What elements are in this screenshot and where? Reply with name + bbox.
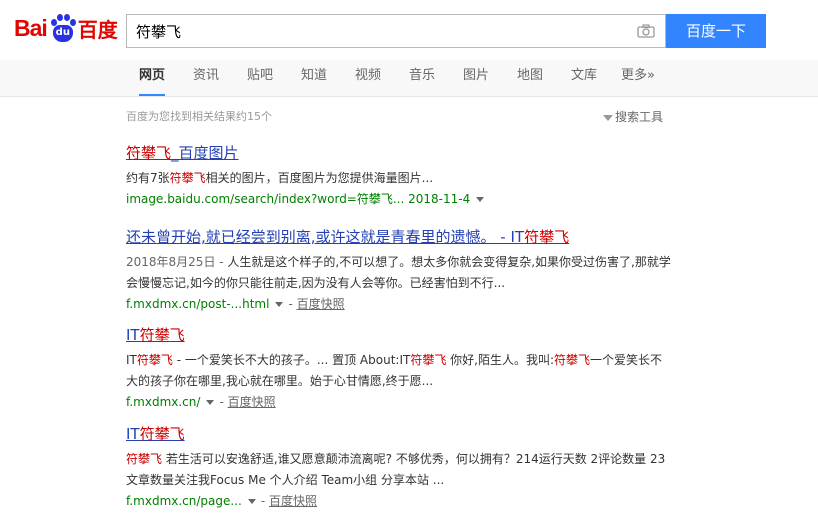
tab-video[interactable]: 视频: [355, 60, 381, 96]
logo-text-right: 百度: [77, 17, 118, 42]
separator: -: [288, 297, 297, 311]
highlighted-keyword[interactable]: 符攀飞: [140, 425, 185, 443]
search-result: 符攀飞_百度图片 约有7张符攀飞相关的图片，百度图片为您提供海量图片... im…: [126, 142, 671, 209]
result-abstract: 2018年8月25日 - 人生就是这个样子的,不可以想了。想太多你就会变得复杂,…: [126, 252, 671, 294]
tab-map[interactable]: 地图: [517, 60, 543, 96]
paw-icon: du: [48, 13, 76, 43]
result-url[interactable]: f.mxdmx.cn/post-...html - 百度快照: [126, 294, 671, 314]
result-url[interactable]: f.mxdmx.cn/page... - 百度快照: [126, 491, 671, 511]
separator: -: [260, 494, 269, 508]
text-run[interactable]: 还未曾开始,就已经尝到别离,或许这就是青春里的遗憾。 - IT: [126, 228, 524, 246]
tab-tieba[interactable]: 贴吧: [247, 60, 273, 96]
result-url-text[interactable]: f.mxdmx.cn/: [126, 395, 200, 409]
result-date: 2018年8月25日 -: [126, 255, 228, 269]
result-url-text[interactable]: f.mxdmx.cn/page...: [126, 494, 242, 508]
highlighted-keyword: 符攀飞: [169, 171, 206, 185]
highlighted-keyword: 符攀飞: [136, 353, 173, 367]
snapshot-link[interactable]: 百度快照: [269, 494, 317, 508]
result-title-link[interactable]: IT符攀飞: [126, 423, 671, 444]
text-run: 相关的图片，百度图片为您提供海量图片...: [205, 171, 434, 185]
text-run[interactable]: IT: [126, 425, 140, 443]
separator: -: [219, 395, 228, 409]
result-url[interactable]: image.baidu.com/search/index?word=符攀飞...…: [126, 189, 671, 209]
text-run: 若生活可以安逸舒适,谁又愿意颠沛流离呢? 不够优秀，何以拥有？214运行天数 2…: [126, 452, 666, 487]
highlighted-keyword: 符攀飞: [410, 353, 447, 367]
tab-wenku[interactable]: 文库: [571, 60, 597, 96]
tab-zhidao[interactable]: 知道: [301, 60, 327, 96]
highlighted-keyword: 符攀飞: [126, 452, 163, 466]
filter-icon: [603, 114, 613, 121]
search-result: IT符攀飞 IT符攀飞 - 一个爱笑长不大的孩子。... 置顶 About:IT…: [126, 324, 671, 412]
text-run: 约有7张: [126, 171, 170, 185]
text-run: 你好,陌生人。我叫:: [446, 353, 555, 367]
highlighted-keyword[interactable]: 符攀飞: [140, 326, 185, 344]
search-tools-label: 搜索工具: [615, 110, 664, 124]
tab-web[interactable]: 网页: [139, 60, 166, 96]
highlighted-keyword: 符攀飞: [554, 353, 591, 367]
tab-news[interactable]: 资讯: [193, 60, 219, 96]
nav-tabs: 网页 资讯 贴吧 知道 视频 音乐 图片 地图 文库 更多»: [0, 60, 818, 97]
search-input[interactable]: [127, 15, 645, 47]
text-run[interactable]: IT: [126, 326, 140, 344]
dropdown-arrow-icon[interactable]: [476, 197, 485, 202]
result-url-text[interactable]: image.baidu.com/search/index?word=符攀飞...…: [126, 192, 470, 206]
result-abstract: 约有7张符攀飞相关的图片，百度图片为您提供海量图片...: [126, 168, 671, 189]
text-run: - 一个爱笑长不大的孩子。... 置顶 About:IT: [172, 353, 411, 367]
dropdown-arrow-icon[interactable]: [247, 499, 256, 504]
result-abstract: IT符攀飞 - 一个爱笑长不大的孩子。... 置顶 About:IT符攀飞 你好…: [126, 350, 671, 392]
tab-image[interactable]: 图片: [463, 60, 489, 96]
result-url-text[interactable]: f.mxdmx.cn/post-...html: [126, 297, 269, 311]
dropdown-arrow-icon[interactable]: [275, 302, 284, 307]
snapshot-link[interactable]: 百度快照: [228, 395, 276, 409]
snapshot-link[interactable]: 百度快照: [297, 297, 345, 311]
header: Bai du 百度 百度一下: [0, 0, 818, 60]
text-run: IT: [126, 353, 137, 367]
search-box: [126, 14, 666, 48]
search-button[interactable]: 百度一下: [666, 14, 766, 48]
highlighted-keyword[interactable]: 符攀飞: [524, 228, 569, 246]
tab-music[interactable]: 音乐: [409, 60, 435, 96]
result-title-link[interactable]: 符攀飞_百度图片: [126, 142, 671, 163]
result-title-link[interactable]: IT符攀飞: [126, 324, 671, 345]
baidu-logo[interactable]: Bai du 百度: [14, 10, 118, 46]
result-title-link[interactable]: 还未曾开始,就已经尝到别离,或许这就是青春里的遗憾。 - IT符攀飞: [126, 226, 671, 247]
highlighted-keyword[interactable]: 符攀飞: [126, 144, 171, 162]
search-tools-button[interactable]: 搜索工具: [603, 108, 663, 125]
result-count: 百度为您找到相关结果约15个: [126, 110, 272, 123]
text-run[interactable]: _百度图片: [171, 144, 239, 162]
tab-more[interactable]: 更多»: [621, 60, 655, 96]
search-result: IT符攀飞 符攀飞 若生活可以安逸舒适,谁又愿意颠沛流离呢? 不够优秀，何以拥有…: [126, 423, 671, 511]
camera-icon[interactable]: [637, 24, 655, 38]
logo-text-left: Bai: [14, 14, 48, 41]
result-abstract: 符攀飞 若生活可以安逸舒适,谁又愿意颠沛流离呢? 不够优秀，何以拥有？214运行…: [126, 449, 671, 491]
search-result: 还未曾开始,就已经尝到别离,或许这就是青春里的遗憾。 - IT符攀飞 2018年…: [126, 226, 671, 314]
logo-paw-text: du: [55, 27, 70, 38]
dropdown-arrow-icon[interactable]: [206, 400, 215, 405]
result-url[interactable]: f.mxdmx.cn/ - 百度快照: [126, 392, 671, 412]
